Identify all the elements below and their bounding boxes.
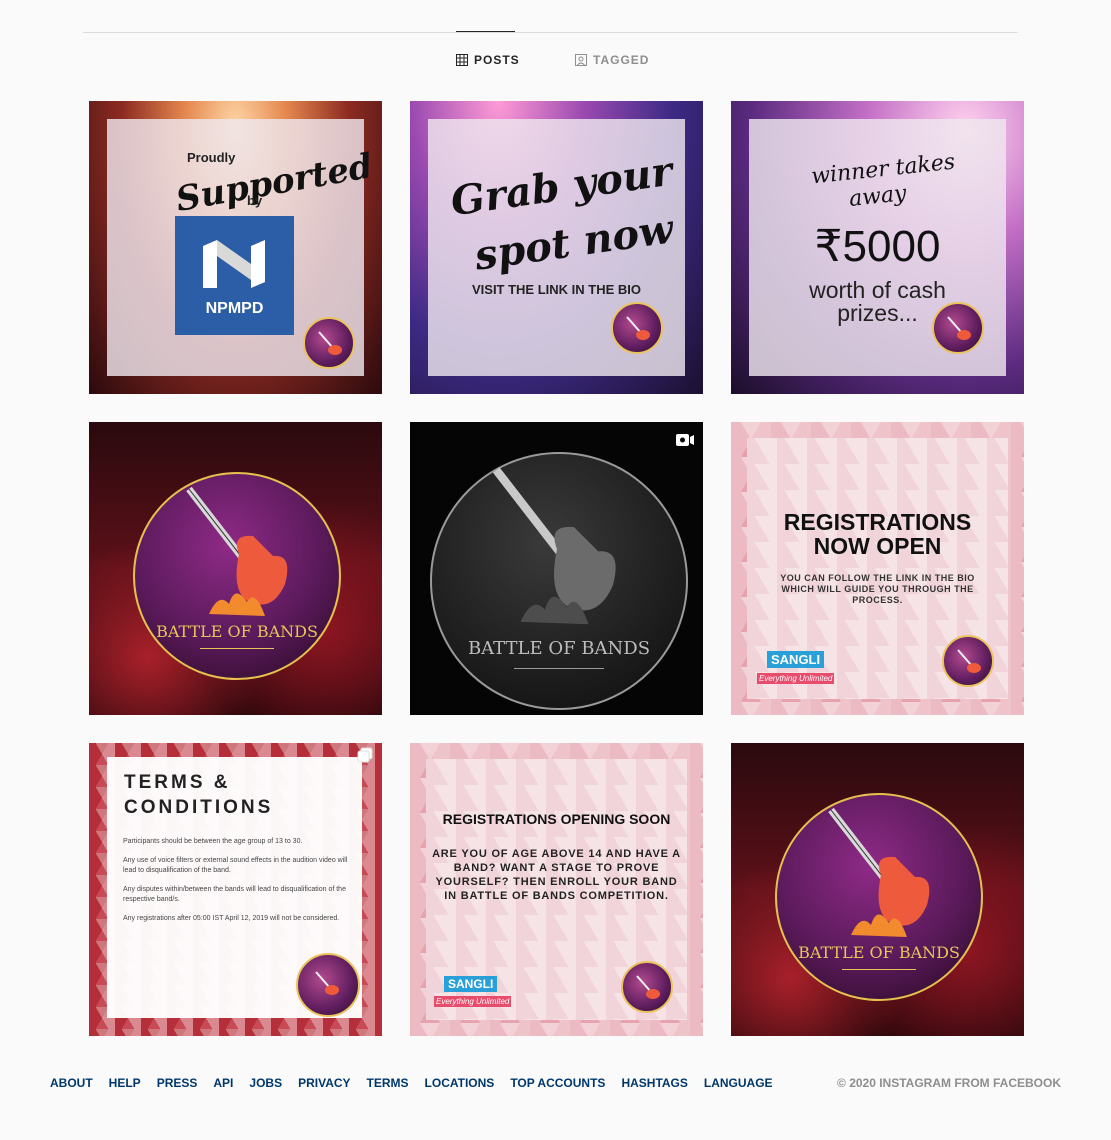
logo-underline (200, 648, 274, 649)
terms-rule: Participants should be between the age g… (123, 838, 303, 845)
announcement-title: REGISTRATIONS OPENING SOON (442, 811, 671, 827)
battle-of-bands-badge (296, 953, 360, 1017)
tabs-divider (83, 32, 1018, 33)
tagged-user-icon (575, 54, 587, 66)
sangli-tagline: Everything Unlimited (757, 673, 835, 684)
post-thumbnail[interactable]: BATTLE OF BANDS (89, 422, 382, 715)
guitar-icon (626, 316, 650, 340)
logo-underline (514, 668, 604, 669)
guitar-icon (947, 316, 971, 340)
announcement-title-line1: REGISTRATIONS (783, 509, 972, 535)
logo-text: BATTLE OF BANDS (467, 638, 651, 659)
tab-tagged[interactable]: TAGGED (575, 52, 649, 68)
sangli-logo-text: SANGLI (767, 651, 825, 668)
sponsor-logo-text: NPMPD (205, 300, 264, 317)
guitar-icon (186, 486, 288, 616)
battle-of-bands-badge (303, 317, 355, 369)
sangli-tagline: Everything Unlimited (434, 996, 512, 1007)
terms-title-line2: CONDITIONS (124, 797, 274, 818)
post-thumbnail[interactable]: REGISTRATIONS OPENING SOON ARE YOU OF AG… (410, 743, 703, 1036)
terms-rules: Participants should be between the age g… (123, 837, 351, 924)
guitar-icon (957, 649, 981, 673)
post-thumbnail[interactable]: Grab your spot now VISIT THE LINK IN THE… (410, 101, 703, 394)
footer-link-top-accounts[interactable]: TOP ACCOUNTS (510, 1076, 605, 1090)
sponsor-by-text: by (247, 193, 263, 208)
footer-link-help[interactable]: HELP (109, 1076, 141, 1090)
carousel-icon (357, 747, 373, 763)
prize-amount: ₹5000 (814, 222, 941, 271)
footer-link-hashtags[interactable]: HASHTAGS (621, 1076, 687, 1090)
footer-link-api[interactable]: API (213, 1076, 233, 1090)
tab-tagged-label: TAGGED (593, 53, 650, 67)
announcement-body: ARE YOU OF AGE ABOVE 14 AND HAVE A BAND?… (432, 848, 681, 902)
terms-rule: Any use of voice filters or external sou… (123, 857, 348, 874)
footer-link-locations[interactable]: LOCATIONS (425, 1076, 495, 1090)
post-thumbnail[interactable]: REGISTRATIONS NOW OPEN YOU CAN FOLLOW TH… (731, 422, 1024, 715)
battle-of-bands-logo: BATTLE OF BANDS (430, 452, 688, 710)
cta-subline: VISIT THE LINK IN THE BIO (471, 282, 641, 297)
guitar-icon (315, 971, 339, 995)
sangli-logo: SANGLI Everything Unlimited (432, 960, 516, 1022)
guitar-icon (828, 807, 930, 937)
logo-text: BATTLE OF BANDS (798, 943, 960, 962)
sangli-logo-text: SANGLI (444, 976, 498, 992)
battle-of-bands-logo: BATTLE OF BANDS (133, 472, 341, 680)
post-thumbnail[interactable]: BATTLE OF BANDS (731, 743, 1024, 1036)
sponsor-logo: NPMPD (175, 216, 294, 335)
battle-of-bands-badge (621, 961, 673, 1013)
terms-rule: Any registrations after 05:00 IST April … (123, 915, 340, 922)
active-tab-indicator (456, 31, 515, 32)
guitar-icon (636, 975, 660, 999)
post-thumbnail[interactable]: BATTLE OF BANDS (410, 422, 703, 715)
video-icon (676, 434, 694, 446)
terms-title-line1: TERMS & (124, 772, 231, 793)
footer-link-terms[interactable]: TERMS (367, 1076, 409, 1090)
post-thumbnail[interactable]: winner takes away ₹5000 worth of cash pr… (731, 101, 1024, 394)
battle-of-bands-badge (932, 302, 984, 354)
post-thumbnail[interactable]: TERMS & CONDITIONS Participants should b… (89, 743, 382, 1036)
tab-posts-label: POSTS (474, 53, 520, 67)
logo-underline (842, 969, 916, 970)
announcement-title-line2: NOW OPEN (813, 533, 942, 559)
battle-of-bands-badge (611, 302, 663, 354)
announcement-body: YOU CAN FOLLOW THE LINK IN THE BIO WHICH… (780, 573, 975, 605)
sangli-logo: SANGLI Everything Unlimited (755, 629, 839, 691)
logo-text: BATTLE OF BANDS (156, 622, 318, 641)
guitar-icon (318, 331, 342, 355)
tab-posts[interactable]: POSTS (456, 52, 520, 68)
footer-link-privacy[interactable]: PRIVACY (298, 1076, 350, 1090)
sponsor-proudly-text: Proudly (187, 150, 236, 165)
grid-icon (456, 54, 468, 66)
npmpd-logo-icon (203, 240, 265, 288)
footer-link-jobs[interactable]: JOBS (249, 1076, 282, 1090)
battle-of-bands-badge (942, 635, 994, 687)
post-thumbnail[interactable]: Proudly Supported by NPMPD (89, 101, 382, 394)
copyright-text: © 2020 INSTAGRAM FROM FACEBOOK (837, 1076, 1061, 1090)
footer-link-language[interactable]: LANGUAGE (704, 1076, 773, 1090)
footer-link-press[interactable]: PRESS (157, 1076, 198, 1090)
terms-rule: Any disputes within/between the bands wi… (123, 886, 346, 903)
battle-of-bands-logo: BATTLE OF BANDS (775, 793, 983, 1001)
footer-link-about[interactable]: ABOUT (50, 1076, 93, 1090)
footer-links: ABOUT HELP PRESS API JOBS PRIVACY TERMS … (50, 1076, 789, 1090)
guitar-icon (492, 467, 616, 625)
